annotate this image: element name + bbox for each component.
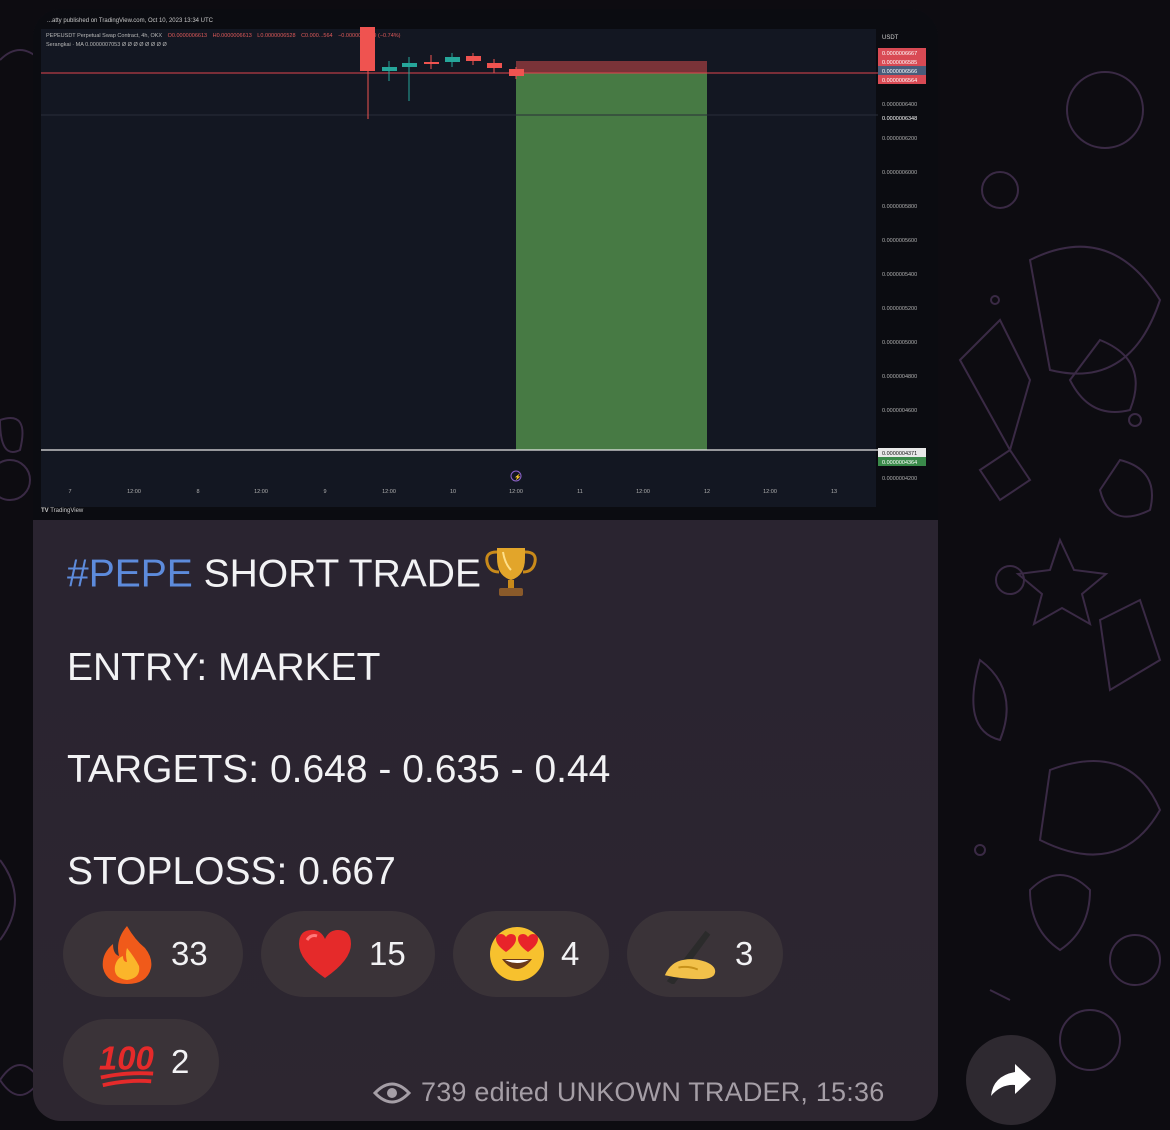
price-axis-tick: 0.0000006200	[882, 136, 917, 142]
price-tag-label: 0.0000004364	[882, 460, 917, 466]
price-axis-tick: 0.0000005200	[882, 306, 917, 312]
reaction-fire[interactable]: 33	[63, 911, 243, 997]
reaction-count: 4	[561, 935, 580, 972]
event-marker-glyph: ⚡	[514, 473, 521, 481]
price-tag-label: 0.0000006564	[882, 78, 917, 84]
fire-icon	[97, 924, 157, 984]
targets-line: TARGETS: 0.648 - 0.635 - 0.44	[67, 748, 611, 791]
forward-button[interactable]	[966, 1035, 1056, 1125]
writing-hand-icon	[661, 924, 721, 984]
message-meta: 739 edited UNKOWN TRADER, 15:36	[373, 1077, 884, 1108]
entry-line: ENTRY: MARKET	[67, 646, 381, 689]
price-tag-label: 0.0000006566	[882, 69, 917, 75]
time-axis-tick: 12:00	[636, 489, 650, 495]
currency-label: USDT	[882, 35, 899, 41]
candle-body	[360, 27, 375, 71]
candle-body	[424, 62, 439, 64]
message-title: #PEPE SHORT TRADE	[67, 544, 539, 608]
edited-label: edited	[474, 1077, 550, 1107]
candle-body	[509, 69, 524, 76]
candle-body	[487, 63, 502, 68]
time-axis-tick: 9	[323, 489, 326, 495]
forward-arrow-icon	[991, 1064, 1031, 1096]
ohlc-high: H0.0000006613	[213, 33, 252, 39]
price-axis-tick: 0.0000005600	[882, 238, 917, 244]
stoploss-line: STOPLOSS: 0.667	[67, 850, 396, 893]
heart-icon	[295, 924, 355, 984]
profit-zone	[516, 73, 707, 450]
reaction-count: 3	[735, 935, 754, 972]
price-tag-label: 0.0000006348	[882, 116, 917, 122]
time-axis-tick: 12:00	[127, 489, 141, 495]
ohlc-open: O0.0000006613	[168, 33, 207, 39]
heart-eyes-icon	[487, 924, 547, 984]
message-time: 15:36	[815, 1077, 885, 1107]
price-axis-tick: 0.0000005800	[882, 204, 917, 210]
time-axis-tick: 12:00	[382, 489, 396, 495]
ohlc-low: L0.0000006528	[257, 33, 295, 39]
candle-body	[445, 57, 460, 62]
ma-indicator-line: Serangkai · MA 0.0000007053 Ø Ø Ø Ø Ø Ø …	[46, 42, 167, 48]
time-axis-tick: 10	[450, 489, 456, 495]
chart-screenshot[interactable]: ...atty published on TradingView.com, Oc…	[33, 9, 938, 520]
trophy-icon	[483, 544, 539, 608]
time-axis-tick: 12:00	[763, 489, 777, 495]
time-axis-tick: 13	[831, 489, 837, 495]
message-bubble[interactable]: ...atty published on TradingView.com, Oc…	[33, 9, 938, 1121]
time-axis-tick: 12	[704, 489, 710, 495]
price-axis-tick: 0.0000006000	[882, 170, 917, 176]
time-axis-tick: 7	[68, 489, 71, 495]
price-tag-label: 0.0000004371	[882, 451, 917, 457]
reaction-heart[interactable]: 15	[261, 911, 435, 997]
price-axis-tick: 0.0000004800	[882, 374, 917, 380]
time-axis-tick: 12:00	[509, 489, 523, 495]
reaction-heart-eyes[interactable]: 4	[453, 911, 609, 997]
ohlc-close: C0.000...564	[301, 33, 333, 39]
reaction-count: 15	[369, 935, 406, 972]
price-axis-tick: 0.0000004600	[882, 408, 917, 414]
hundred-points-icon: 100	[97, 1032, 157, 1092]
price-tag-label: 0.0000006585	[882, 60, 917, 66]
publish-header: ...atty published on TradingView.com, Oc…	[47, 18, 214, 24]
symbol-line: PEPEUSDT Perpetual Swap Contract, 4h, OK…	[46, 33, 401, 39]
view-count: 739	[421, 1077, 467, 1107]
candle-body	[466, 56, 481, 61]
candle-body	[382, 67, 397, 71]
time-axis-tick: 8	[196, 489, 199, 495]
price-axis-tick: 0.0000006400	[882, 102, 917, 108]
reaction-count: 33	[171, 935, 208, 972]
candle-body	[402, 63, 417, 67]
hashtag-link[interactable]: #PEPE	[67, 552, 193, 595]
price-axis-tick: 0.0000005400	[882, 272, 917, 278]
time-axis-tick: 12:00	[254, 489, 268, 495]
author-signature: UNKOWN TRADER,	[556, 1077, 809, 1107]
price-tag-label: 0.0000006667	[882, 51, 917, 57]
tradingview-watermark: TV TradingView	[41, 508, 84, 514]
svg-text:100: 100	[99, 1040, 154, 1077]
price-axis-tick: 0.0000004200	[882, 476, 917, 482]
price-axis-tick: 0.0000005000	[882, 340, 917, 346]
eye-icon	[373, 1080, 411, 1106]
reaction-hundred-points[interactable]: 100 2	[63, 1019, 219, 1105]
title-text: SHORT TRADE	[192, 552, 481, 596]
loss-zone	[516, 61, 707, 73]
time-axis-tick: 11	[577, 489, 583, 495]
symbol-name: PEPEUSDT Perpetual Swap Contract, 4h, OK…	[46, 33, 162, 39]
reaction-writing-hand[interactable]: 3	[627, 911, 783, 997]
tradingview-chart: ...atty published on TradingView.com, Oc…	[33, 9, 938, 520]
reaction-count: 2	[171, 1043, 190, 1080]
